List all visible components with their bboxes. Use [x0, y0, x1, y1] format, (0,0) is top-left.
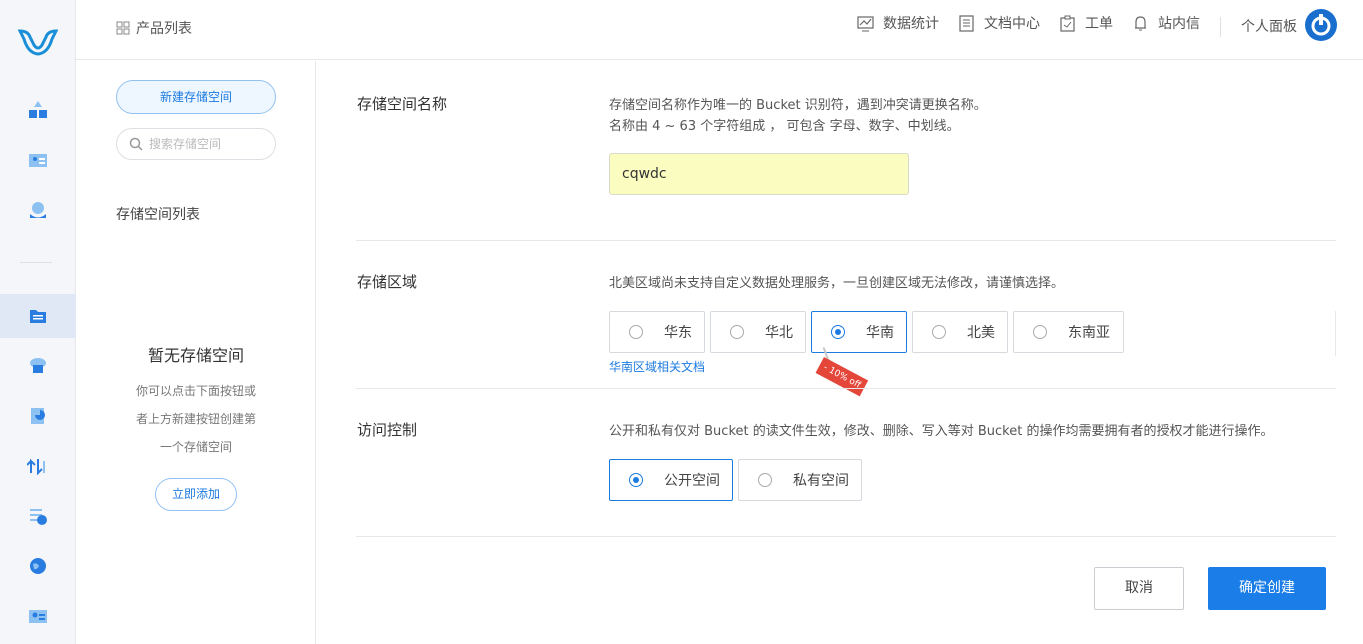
storage-icon[interactable] [0, 294, 76, 338]
nav-messages-label: 站内信 [1158, 16, 1200, 32]
region-option-label: 华南 [866, 325, 894, 341]
bucket-name-desc: 存储空间名称作为唯一的 Bucket 识别符，遇到冲突请更换名称。 [609, 98, 987, 113]
divider [356, 536, 1336, 537]
top-header: 产品列表 数据统计 文档中心 工单 站内信 个人面板 [76, 0, 1363, 60]
access-option-label: 私有空间 [793, 473, 849, 489]
search-box [116, 128, 276, 160]
billing-icon[interactable] [0, 188, 76, 232]
radio-icon [1033, 325, 1047, 339]
region-option-north-america[interactable]: 北美 [912, 311, 1008, 353]
chart-doc-icon[interactable] [0, 394, 76, 438]
region-option-north-china[interactable]: 华北 [710, 311, 806, 353]
logo-icon[interactable] [0, 20, 76, 64]
apps-icon[interactable] [0, 88, 76, 132]
bucket-list-title: 存储空间列表 [116, 207, 200, 223]
divider [356, 388, 1336, 389]
region-label: 存储区域 [357, 273, 418, 291]
chart-line-icon [857, 15, 874, 31]
breadcrumb-label: 产品列表 [136, 21, 192, 37]
nav-docs-label: 文档中心 [984, 16, 1040, 32]
document-icon [959, 14, 974, 32]
region-option-east-china[interactable]: 华东 [609, 311, 705, 353]
nav-ticket[interactable]: 工单 [1059, 14, 1113, 32]
nav-statistics-label: 数据统计 [883, 16, 939, 32]
discount-badge: - 10% off [815, 357, 869, 397]
access-option-public[interactable]: 公开空间 [609, 459, 733, 501]
id-card-icon[interactable] [0, 138, 76, 182]
breadcrumb-product-list[interactable]: 产品列表 [116, 18, 192, 38]
globe-icon[interactable] [0, 544, 76, 588]
left-rail [0, 0, 76, 644]
grid-icon [116, 21, 130, 35]
nav-ticket-label: 工单 [1085, 16, 1113, 32]
personal-panel-link[interactable]: 个人面板 [1241, 16, 1297, 36]
access-option-label: 公开空间 [664, 473, 720, 489]
rail-divider [20, 262, 52, 263]
nav-docs[interactable]: 文档中心 [958, 14, 1040, 32]
bucket-name-desc: 名称由 4 ~ 63 个字符组成 ， 可包含 字母、数字、中划线。 [609, 119, 960, 134]
region-doc-link[interactable]: 华南区域相关文档 [609, 358, 705, 375]
region-option-label: 华北 [765, 325, 793, 341]
search-icon [129, 137, 143, 151]
region-option-label: 北美 [967, 325, 995, 341]
bell-icon [1135, 15, 1146, 30]
access-control-desc: 公开和私有仅对 Bucket 的读文件生效，修改、删除、写入等对 Bucket … [609, 424, 1274, 439]
cancel-button[interactable]: 取消 [1094, 567, 1184, 610]
region-option-south-china[interactable]: 华南 [811, 311, 907, 353]
power-icon[interactable] [1305, 9, 1337, 41]
empty-state-line: 者上方新建按钮创建第 [135, 412, 256, 426]
radio-icon [730, 325, 744, 339]
confirm-create-button[interactable]: 确定创建 [1208, 567, 1326, 610]
access-control-label: 访问控制 [357, 421, 418, 439]
cloud-db-icon[interactable] [0, 344, 76, 388]
new-bucket-button[interactable]: 新建存储空间 [116, 80, 276, 114]
radio-icon [758, 473, 772, 487]
region-option-label: 华东 [664, 325, 692, 341]
add-now-button[interactable]: 立即添加 [155, 478, 237, 511]
report-icon[interactable] [0, 494, 76, 538]
bucket-name-label: 存储空间名称 [357, 95, 448, 113]
nav-divider [1220, 17, 1221, 37]
empty-state-title: 暂无存储空间 [147, 346, 244, 365]
empty-state-line: 一个存储空间 [159, 440, 232, 454]
access-option-private[interactable]: 私有空间 [738, 459, 862, 501]
transfer-icon[interactable] [0, 444, 76, 488]
radio-checked-icon [629, 473, 643, 487]
nav-messages[interactable]: 站内信 [1132, 14, 1200, 32]
nav-statistics[interactable]: 数据统计 [857, 14, 939, 32]
region-option-label: 东南亚 [1068, 325, 1110, 341]
clipboard-icon [1060, 15, 1075, 32]
bucket-name-input[interactable] [609, 153, 909, 195]
bucket-sidebar: 新建存储空间 存储空间列表 暂无存储空间 你可以点击下面按钮或 者上方新建按钮创… [76, 61, 316, 644]
radio-checked-icon [831, 325, 845, 339]
radio-icon [629, 325, 643, 339]
divider [356, 240, 1336, 241]
profile-card-icon[interactable] [0, 594, 76, 638]
empty-state-line: 你可以点击下面按钮或 [135, 384, 256, 398]
region-option-southeast-asia[interactable]: 东南亚 [1013, 311, 1124, 353]
radio-icon [932, 325, 946, 339]
divider [1335, 311, 1336, 356]
region-desc: 北美区域尚未支持自定义数据处理服务，一旦创建区域无法修改，请谨慎选择。 [609, 276, 1065, 291]
search-input[interactable] [149, 137, 259, 151]
